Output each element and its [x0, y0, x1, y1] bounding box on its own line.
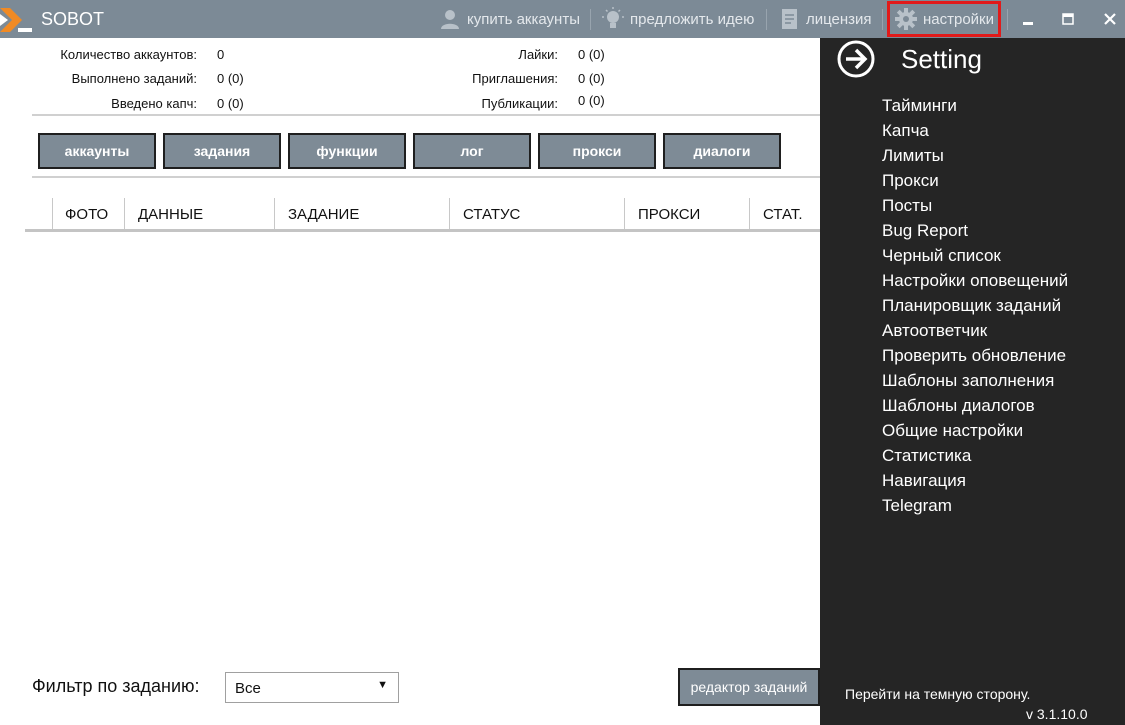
- dark-side-link[interactable]: Перейти на темную сторону.: [845, 686, 1030, 702]
- settings-menu-item[interactable]: Проверить обновление: [882, 346, 1066, 366]
- settings-menu-item[interactable]: Настройки оповещений: [882, 271, 1068, 291]
- column-header-photo[interactable]: ФОТО: [65, 198, 108, 230]
- app-title: SOBOT: [41, 9, 105, 29]
- column-separator: [749, 198, 750, 230]
- settings-menu-item[interactable]: Шаблоны диалогов: [882, 396, 1035, 416]
- close-icon: [1104, 13, 1116, 25]
- column-separator: [624, 198, 625, 230]
- settings-menu-item[interactable]: Статистика: [882, 446, 971, 466]
- accounts-count-label: Количество аккаунтов:: [60, 47, 197, 62]
- task-filter-select[interactable]: Все ▼: [225, 672, 399, 703]
- tab-tasks[interactable]: задания: [163, 133, 281, 169]
- settings-menu-item[interactable]: Посты: [882, 196, 932, 216]
- likes-label: Лайки:: [518, 47, 558, 62]
- column-header-stat[interactable]: СТАТ.: [763, 198, 803, 230]
- captcha-count-label: Введено капч:: [111, 96, 197, 111]
- minimize-button[interactable]: [1008, 0, 1048, 38]
- suggest-idea-button[interactable]: предложить идею: [602, 0, 754, 38]
- settings-menu-item[interactable]: Шаблоны заполнения: [882, 371, 1054, 391]
- maximize-button[interactable]: [1048, 0, 1088, 38]
- settings-menu-item[interactable]: Прокси: [882, 171, 939, 191]
- column-separator: [274, 198, 275, 230]
- close-button[interactable]: [1090, 0, 1125, 38]
- table-header-divider: [25, 229, 820, 232]
- settings-menu-item[interactable]: Планировщик заданий: [882, 296, 1061, 316]
- column-header-proxy[interactable]: ПРОКСИ: [638, 198, 700, 230]
- titlebar-divider: [590, 9, 591, 30]
- lightbulb-icon: [602, 7, 624, 28]
- invites-label: Приглашения:: [472, 71, 558, 86]
- posts-value: 0 (0): [578, 93, 605, 108]
- license-button[interactable]: лицензия: [780, 0, 872, 38]
- titlebar-divider: [766, 9, 767, 30]
- buy-accounts-label: купить аккаунты: [467, 10, 580, 28]
- column-header-data[interactable]: ДАННЫЕ: [138, 198, 203, 230]
- user-icon: [441, 10, 459, 29]
- column-separator: [52, 198, 53, 230]
- maximize-icon: [1062, 13, 1074, 25]
- document-icon: [782, 9, 797, 29]
- minimize-icon: [1023, 22, 1033, 25]
- license-label: лицензия: [806, 10, 872, 28]
- accounts-count-value: 0: [217, 47, 225, 62]
- tab-functions[interactable]: функции: [288, 133, 406, 169]
- settings-menu-item[interactable]: Черный список: [882, 246, 1001, 266]
- task-editor-button[interactable]: редактор заданий: [678, 668, 820, 706]
- filter-label: Фильтр по заданию:: [32, 676, 200, 696]
- settings-menu-item[interactable]: Telegram: [882, 496, 952, 516]
- tab-dialogs[interactable]: диалоги: [663, 133, 781, 169]
- likes-value: 0 (0): [578, 47, 605, 62]
- settings-highlight: [887, 1, 1001, 37]
- dropdown-arrow-icon: ▼: [377, 679, 388, 691]
- invites-value: 0 (0): [578, 71, 605, 86]
- filter-selected-value: Все: [235, 680, 261, 697]
- tab-proxy[interactable]: прокси: [538, 133, 656, 169]
- stats-divider: [32, 114, 820, 116]
- settings-panel-title: Setting: [901, 44, 982, 74]
- settings-menu-item[interactable]: Автоответчик: [882, 321, 987, 341]
- sobot-logo: [0, 8, 32, 32]
- settings-menu-item[interactable]: Навигация: [882, 471, 966, 491]
- posts-label: Публикации:: [481, 96, 558, 111]
- settings-menu-item[interactable]: Лимиты: [882, 146, 944, 166]
- tasks-done-value: 0 (0): [217, 71, 244, 86]
- tasks-done-label: Выполнено заданий:: [71, 71, 197, 86]
- settings-menu-item[interactable]: Капча: [882, 121, 929, 141]
- column-header-task[interactable]: ЗАДАНИЕ: [288, 198, 359, 230]
- tabs-divider: [32, 176, 820, 178]
- column-header-status[interactable]: СТАТУС: [463, 198, 520, 230]
- version-label: v 3.1.10.0: [1026, 706, 1088, 722]
- settings-menu-item[interactable]: Тайминги: [882, 96, 957, 116]
- tab-log[interactable]: лог: [413, 133, 531, 169]
- buy-accounts-button[interactable]: купить аккаунты: [439, 0, 580, 38]
- column-separator: [124, 198, 125, 230]
- titlebar-divider: [882, 9, 883, 30]
- column-separator: [449, 198, 450, 230]
- settings-menu-item[interactable]: Общие настройки: [882, 421, 1023, 441]
- settings-menu-item[interactable]: Bug Report: [882, 221, 968, 241]
- tab-accounts[interactable]: аккаунты: [38, 133, 156, 169]
- captcha-count-value: 0 (0): [217, 96, 244, 111]
- back-arrow-icon[interactable]: [836, 39, 876, 79]
- suggest-idea-label: предложить идею: [630, 10, 755, 28]
